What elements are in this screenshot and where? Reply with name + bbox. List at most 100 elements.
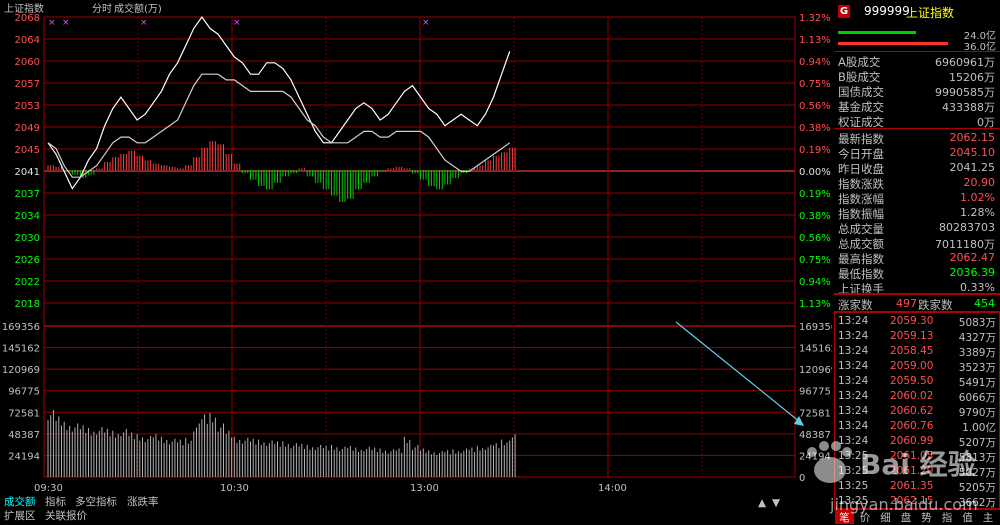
index-stat-row: 最新指数 2062.15 [834,131,1000,146]
index-stat-row: 最低指数 2036.39 [834,266,1000,281]
bottom-tab[interactable]: 成交额 [2,496,38,509]
tick-time: 13:25 [838,495,869,507]
tick-row: 13:24 2060.99 5207万 [838,435,998,451]
scroll-up-button[interactable]: ▲ [756,497,768,510]
volume-tick-right: 96775 [799,387,831,398]
buy-strength-bar [838,31,916,34]
panel-tab[interactable]: 指 [938,510,957,524]
volume-tick-right: 24194 [799,451,831,462]
tick-row: 13:24 2060.02 6066万 [838,390,998,406]
price-tick-left: 2057 [15,79,40,90]
tick-time: 13:24 [838,390,869,402]
stat-value: 433388万 [942,101,995,114]
bottom-tab[interactable]: 扩展区 [2,510,38,523]
intraday-chart[interactable]: 2068 1.32%2064 1.13%2060 0.94%2057 0.75%2053… [0,0,832,525]
volume-tick-left: 48387 [8,430,40,441]
market-flag: G [838,5,850,18]
panel-tab[interactable]: 价 [856,510,875,524]
stat-value: 2062.47 [949,251,996,264]
divider [834,51,1000,52]
breadth-row: 涨家数 497 跌家数 454 [834,297,1000,312]
stat-label: 最新指数 [838,132,884,146]
stat-label: 最高指数 [838,252,884,266]
tick-time: 13:24 [838,330,869,342]
tick-price: 2059.13 [890,330,934,342]
tick-price: 2061.20 [890,465,934,477]
stat-label: 总成交量 [838,222,884,236]
price-tick-left: 2049 [15,123,40,134]
tick-volume: 1.00亿 [962,422,996,434]
price-tick-right: 0.38% [799,211,831,222]
tick-time: 13:24 [838,315,869,327]
price-tick-left: 2053 [15,101,40,112]
price-tick-right: 0.75% [799,79,831,90]
price-tick-left: 2064 [15,35,40,46]
panel-tab[interactable]: 细 [876,510,895,524]
chart-mode: 分时 [92,3,112,15]
tick-time: 13:25 [838,450,869,462]
event-mark: × [62,18,70,28]
bottom-tab[interactable]: 多空指标 [73,496,119,509]
index-stat-row: 总成交量 80283703 [834,221,1000,236]
panel-tab[interactable]: 值 [958,510,977,524]
index-code: 999999 [864,4,910,18]
price-line [47,73,511,178]
price-tick-right: 1.32% [799,13,831,24]
tick-row: 13:24 2058.45 3389万 [838,345,998,361]
index-stat-row: 指数涨幅 1.02% [834,191,1000,206]
price-tick-left: 2045 [15,145,40,156]
tick-price: 2062.15 [890,495,934,507]
stat-label: B股成交 [838,70,881,84]
tick-row: 13:24 2060.62 9790万 [838,405,998,421]
price-tick-right: 0.56% [799,233,831,244]
tick-time: 13:25 [838,480,869,492]
panel-tab[interactable]: 笔 [835,510,854,524]
tick-price: 2060.99 [890,435,934,447]
tick-row: 13:25 2061.20 5027万 [838,465,998,481]
panel-tab[interactable]: 势 [917,510,936,524]
index-stat-row: 指数涨跌 20.90 [834,176,1000,191]
stat-value: 15206万 [949,71,995,84]
price-tick-right: 0.75% [799,255,831,266]
tick-volume: 4327万 [958,332,996,344]
bottom-toolbar: 成交额 指标 多空指标 涨跌率 扩展区 关联报价 ▲ ▼ [0,495,832,525]
tick-price: 2058.45 [890,345,934,357]
tick-time: 13:24 [838,375,869,387]
chart-unit: 成交额(万) [114,2,162,15]
volume-tick-right: 72581 [799,408,831,419]
price-tick-right: 0.56% [799,101,831,112]
stat-label: A股成交 [838,55,881,69]
volume-tick-right: 120969 [799,365,832,376]
volume-tick-right: 48387 [799,430,831,441]
price-line [47,15,511,190]
price-tick-right: 0.38% [799,123,831,134]
volume-tick-left: 24194 [8,451,40,462]
up-count-value: 497 [896,297,917,310]
volume-tick-left: 145162 [2,344,40,355]
tick-price: 2059.50 [890,375,934,387]
tick-row: 13:24 2060.76 1.00亿 [838,420,998,436]
tick-volume: 5027万 [958,467,996,479]
index-stat-row: 最高指数 2062.47 [834,251,1000,266]
chart-grid [43,16,796,478]
index-stat-row: 今日开盘 2045.10 [834,146,1000,161]
stat-value: 1.28% [960,206,995,219]
tick-time: 13:24 [838,405,869,417]
bottom-tab[interactable]: 指标 [43,496,68,509]
stat-value: 7011180万 [935,238,995,251]
tick-price: 2060.02 [890,390,934,402]
price-tick-right: 0.19% [799,145,831,156]
annotation-arrow [675,321,801,423]
panel-tab[interactable]: 主 [979,510,998,524]
time-label: 09:30 [34,483,63,494]
price-tick-right: 1.13% [799,35,831,46]
bottom-tab[interactable]: 关联报价 [43,510,89,523]
stat-value: 2062.15 [949,131,996,144]
stat-label: 总成交额 [838,237,884,251]
panel-tab[interactable]: 盘 [897,510,916,524]
price-tick-left: 2030 [15,233,40,244]
volume-tick-right: 169356 [799,322,832,333]
scroll-down-button[interactable]: ▼ [770,497,782,510]
tick-price: 2061.35 [890,480,934,492]
bottom-tab[interactable]: 涨跌率 [125,496,161,509]
